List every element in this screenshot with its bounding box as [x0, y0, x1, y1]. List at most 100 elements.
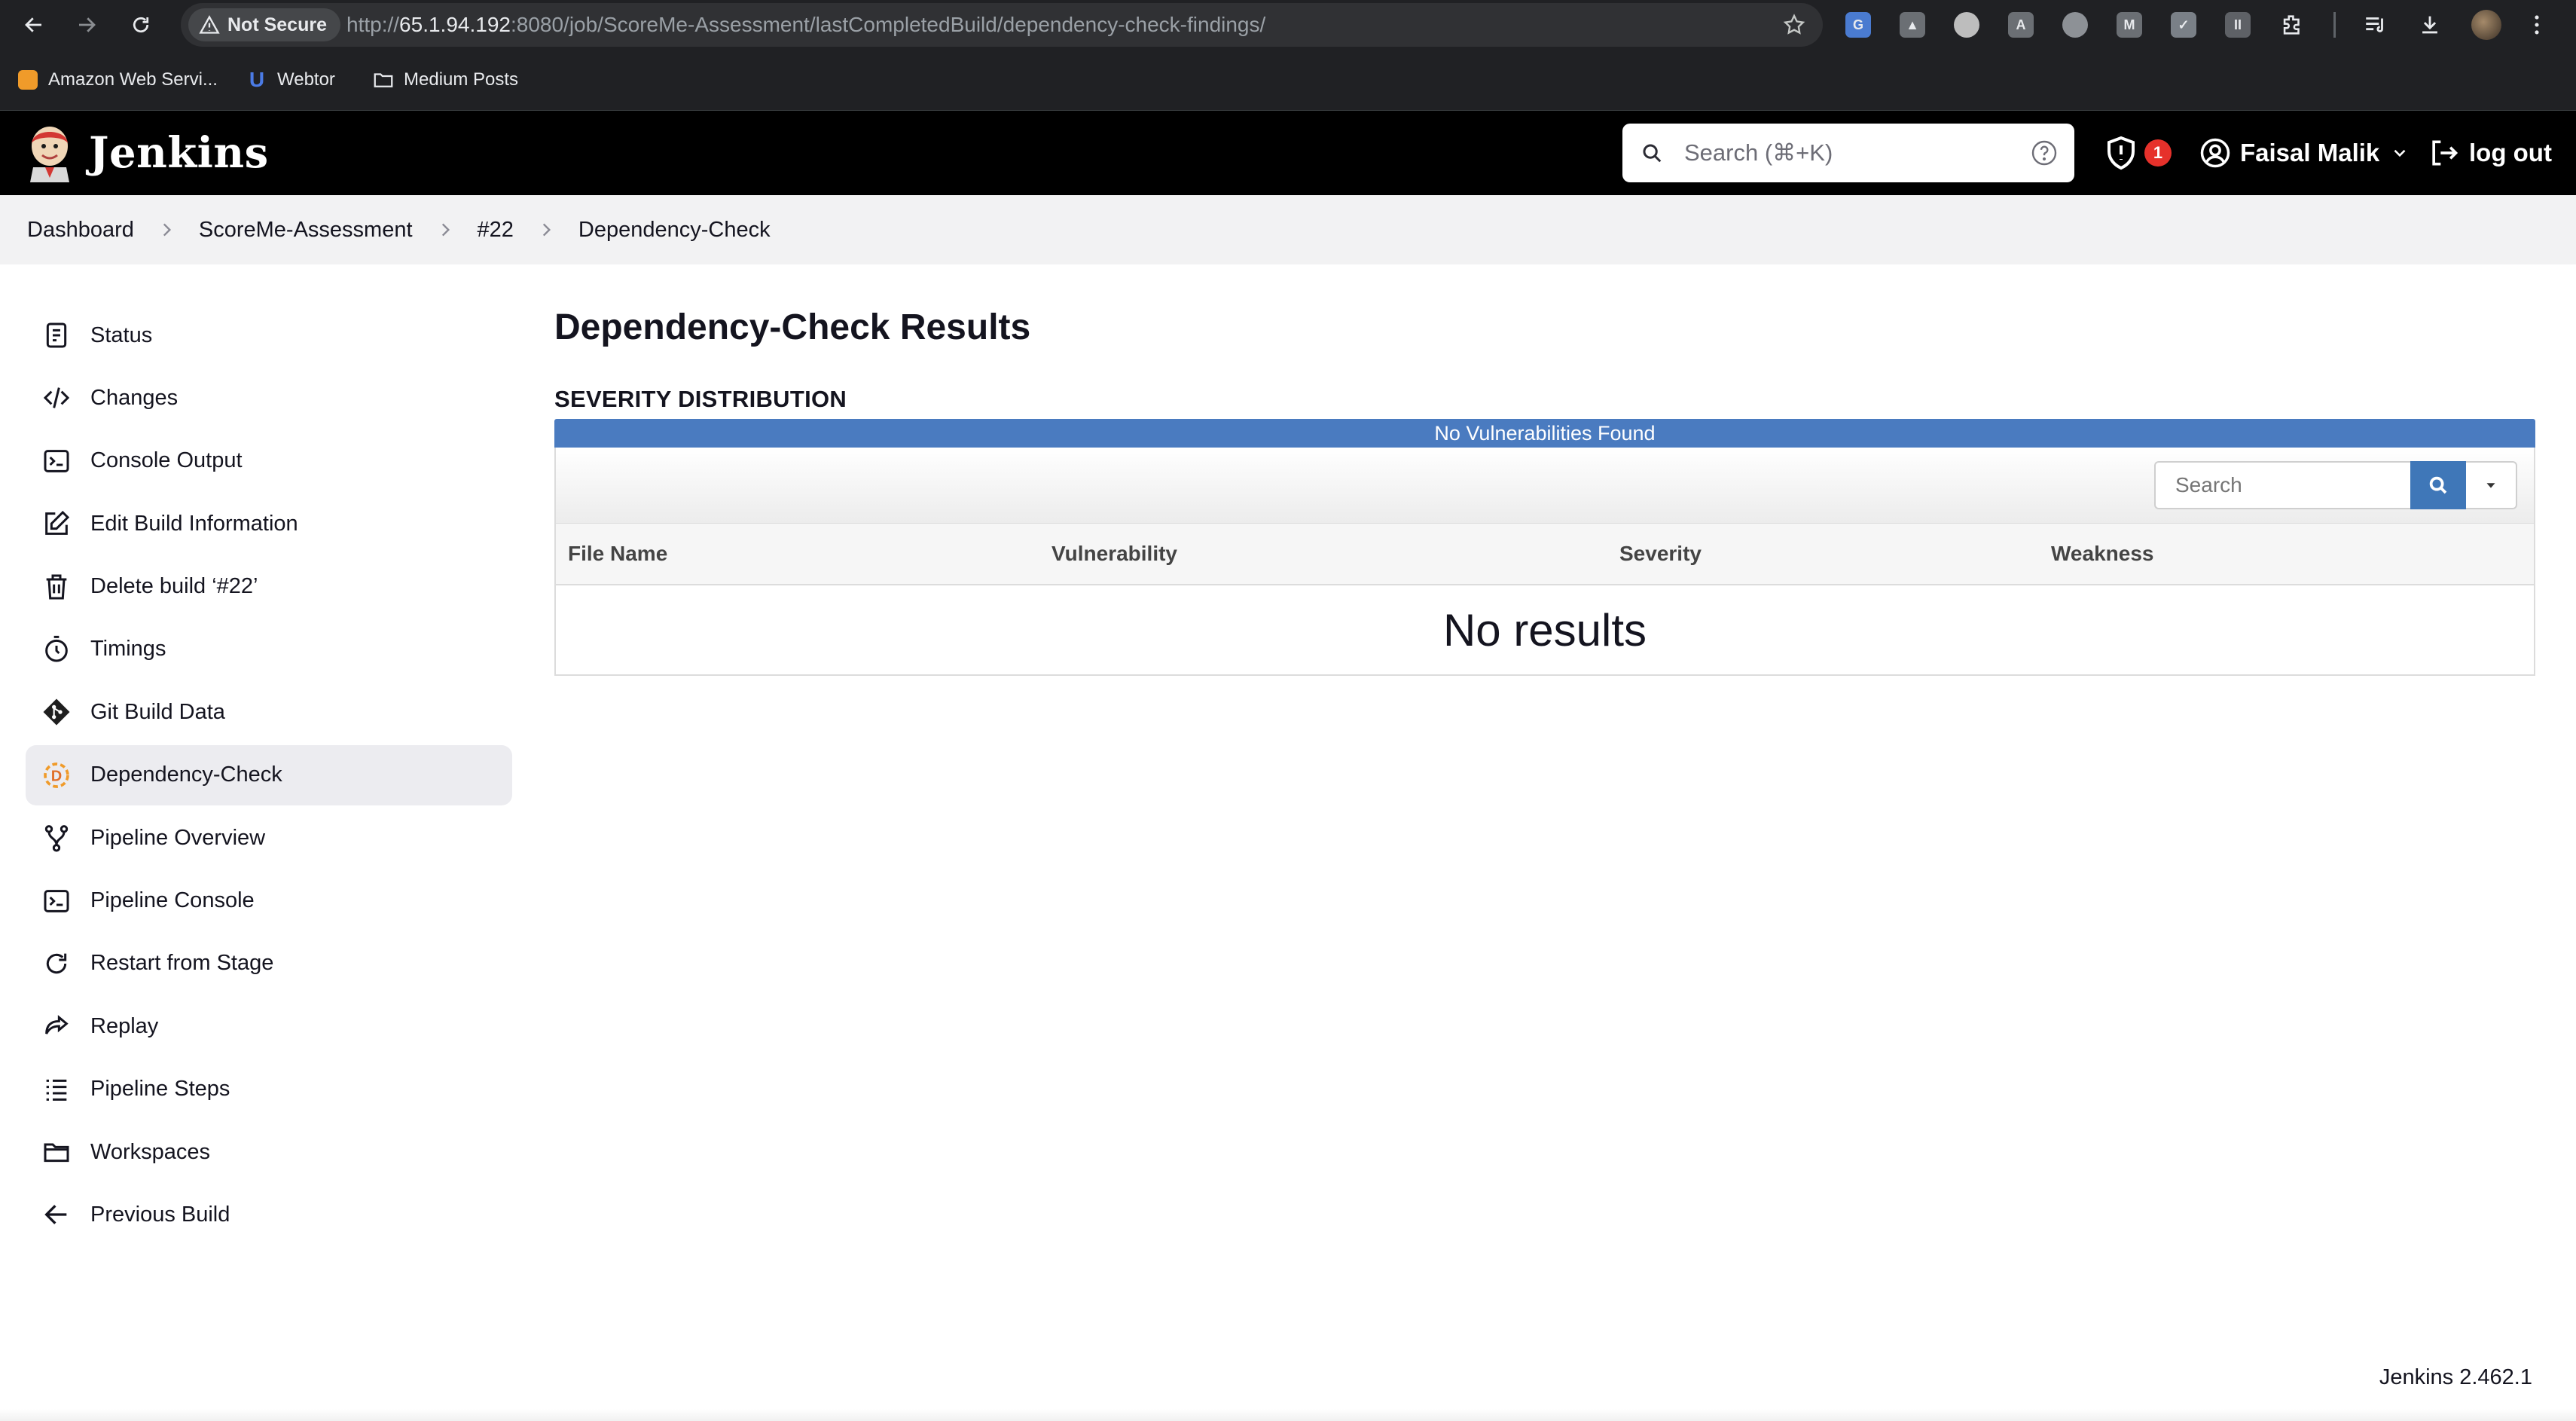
jenkins-butler-icon [26, 124, 74, 182]
sidebar-item-label: Delete build ‘#22’ [90, 574, 258, 599]
sidebar-item-timings[interactable]: Timings [26, 619, 512, 680]
sidebar-item-label: Changes [90, 385, 179, 410]
jenkins-header: Jenkins 1 Faisal Malik log out [0, 111, 2576, 195]
breadcrumb-job[interactable]: ScoreMe-Assessment [199, 218, 413, 243]
sidebar-item-label: Pipeline Steps [90, 1077, 230, 1102]
back-icon[interactable] [17, 8, 51, 42]
bookmark-aws[interactable]: Amazon Web Servi... [17, 65, 218, 95]
media-queue-icon[interactable] [2363, 12, 2388, 38]
url-text[interactable]: http://65.1.94.192:8080/job/ScoreMe-Asse… [346, 3, 1265, 47]
table-empty-row: No results [556, 585, 2534, 674]
medium-extension-icon[interactable]: M [2117, 12, 2142, 38]
sidebar-item-edit-build-information[interactable]: Edit Build Information [26, 494, 512, 554]
user-menu[interactable]: Faisal Malik [2199, 132, 2410, 174]
profile-avatar[interactable] [2471, 10, 2501, 40]
security-shield-icon[interactable] [2103, 135, 2139, 171]
sidebar-item-git-build-data[interactable]: Git Build Data [26, 682, 512, 742]
sidebar-item-dependency-check[interactable]: D Dependency-Check [26, 744, 512, 805]
breadcrumb-build[interactable]: #22 [478, 218, 514, 243]
column-header-file-name[interactable]: File Name [568, 542, 667, 566]
forward-icon[interactable] [69, 8, 104, 42]
chevron-right-icon [163, 223, 171, 237]
sidebar-item-label: Pipeline Overview [90, 825, 266, 850]
sidebar-item-workspaces[interactable]: Workspaces [26, 1122, 512, 1182]
table-search-button[interactable] [2410, 461, 2466, 509]
webtor-icon: U [249, 68, 265, 91]
search-icon [2429, 476, 2447, 494]
bookmark-star-icon[interactable] [1782, 13, 1806, 37]
extension-icon[interactable]: II [2225, 12, 2251, 38]
bookmark-webtor[interactable]: U Webtor [246, 65, 335, 95]
reload-icon[interactable] [124, 8, 158, 42]
search-input[interactable] [1683, 139, 2017, 167]
sidebar-item-restart-from-stage[interactable]: Restart from Stage [26, 934, 512, 994]
sidebar-item-label: Workspaces [90, 1139, 211, 1164]
column-header-vulnerability[interactable]: Vulnerability [1051, 542, 1177, 566]
sidebar-item-pipeline-overview[interactable]: Pipeline Overview [26, 808, 512, 868]
restart-icon [41, 948, 72, 979]
bookmark-medium-posts[interactable]: Medium Posts [372, 65, 518, 95]
download-icon[interactable] [2417, 12, 2443, 38]
jenkins-version[interactable]: Jenkins 2.462.1 [2379, 1365, 2532, 1390]
chevron-right-icon [542, 223, 551, 237]
sidebar-item-pipeline-steps[interactable]: Pipeline Steps [26, 1059, 512, 1120]
folder-icon [372, 69, 395, 91]
security-badge[interactable]: 1 [2144, 139, 2172, 167]
extension-icon[interactable]: A [2008, 12, 2034, 38]
sidebar-item-previous-build[interactable]: Previous Build [26, 1184, 512, 1245]
sidebar-item-console-output[interactable]: Console Output [26, 431, 512, 491]
breadcrumb-current[interactable]: Dependency-Check [578, 218, 771, 243]
bookmark-label: Amazon Web Servi... [48, 69, 218, 90]
dependency-check-icon: D [41, 759, 72, 791]
sidebar-item-replay[interactable]: Replay [26, 996, 512, 1056]
sidebar-item-label: Pipeline Console [90, 888, 255, 913]
search-icon [1643, 144, 1662, 163]
column-header-severity[interactable]: Severity [1619, 542, 1702, 566]
extension-icon[interactable] [1954, 12, 1979, 38]
sidebar-item-changes[interactable]: Changes [26, 368, 512, 428]
findings-table: File Name Vulnerability Severity Weaknes… [554, 448, 2535, 676]
sidebar-item-status[interactable]: Status [26, 305, 512, 365]
sidebar-item-delete-build[interactable]: Delete build ‘#22’ [26, 557, 512, 617]
sidebar-item-label: Previous Build [90, 1202, 230, 1227]
jenkins-home-link[interactable]: Jenkins [26, 123, 269, 183]
shield-extension-icon[interactable]: ✓ [2171, 12, 2196, 38]
url-host: 65.1.94.192 [399, 13, 511, 36]
git-icon [41, 696, 72, 728]
terminal-icon [41, 885, 72, 917]
sidebar-item-pipeline-console[interactable]: Pipeline Console [26, 871, 512, 931]
arrow-left-icon [41, 1199, 72, 1230]
aws-cube-icon [17, 69, 39, 91]
warning-icon [199, 15, 220, 34]
trash-icon [41, 571, 72, 603]
extension-icon[interactable]: ▲ [1900, 12, 1925, 38]
logout-icon [2432, 140, 2458, 166]
global-search[interactable] [1622, 124, 2074, 182]
side-panel: Status Changes Console Output Edit Build… [26, 305, 512, 1248]
address-bar[interactable]: Not Secure http://65.1.94.192:8080/job/S… [181, 3, 1823, 47]
sidebar-item-label: Timings [90, 637, 166, 662]
sidebar-item-label: Status [90, 322, 153, 347]
sidebar-item-label: Git Build Data [90, 699, 225, 724]
logout-button[interactable]: log out [2427, 132, 2552, 174]
pipeline-icon [41, 822, 72, 854]
breadcrumb: Dashboard ScoreMe-Assessment #22 Depende… [0, 195, 2576, 264]
url-prefix: http:// [346, 13, 400, 36]
translate-extension-icon[interactable]: G [1845, 12, 1871, 38]
sidebar-item-label: Dependency-Check [90, 762, 282, 787]
table-search [2154, 461, 2517, 509]
main-panel: Dependency-Check Results SEVERITY DISTRI… [554, 301, 2535, 676]
help-icon[interactable] [2031, 139, 2058, 167]
table-options-dropdown[interactable] [2466, 461, 2517, 509]
kebab-menu-icon[interactable] [2524, 12, 2550, 38]
sidebar-item-label: Edit Build Information [90, 511, 298, 536]
column-header-weakness[interactable]: Weakness [2051, 542, 2153, 566]
table-header: File Name Vulnerability Severity Weaknes… [556, 524, 2534, 585]
table-search-input[interactable] [2154, 461, 2410, 509]
puzzle-icon[interactable] [2279, 12, 2305, 38]
edit-icon [41, 508, 72, 539]
sidebar-item-label: Console Output [90, 448, 243, 473]
breadcrumb-dashboard[interactable]: Dashboard [27, 218, 134, 243]
security-chip[interactable]: Not Secure [188, 8, 340, 41]
cloud-extension-icon[interactable] [2062, 12, 2088, 38]
